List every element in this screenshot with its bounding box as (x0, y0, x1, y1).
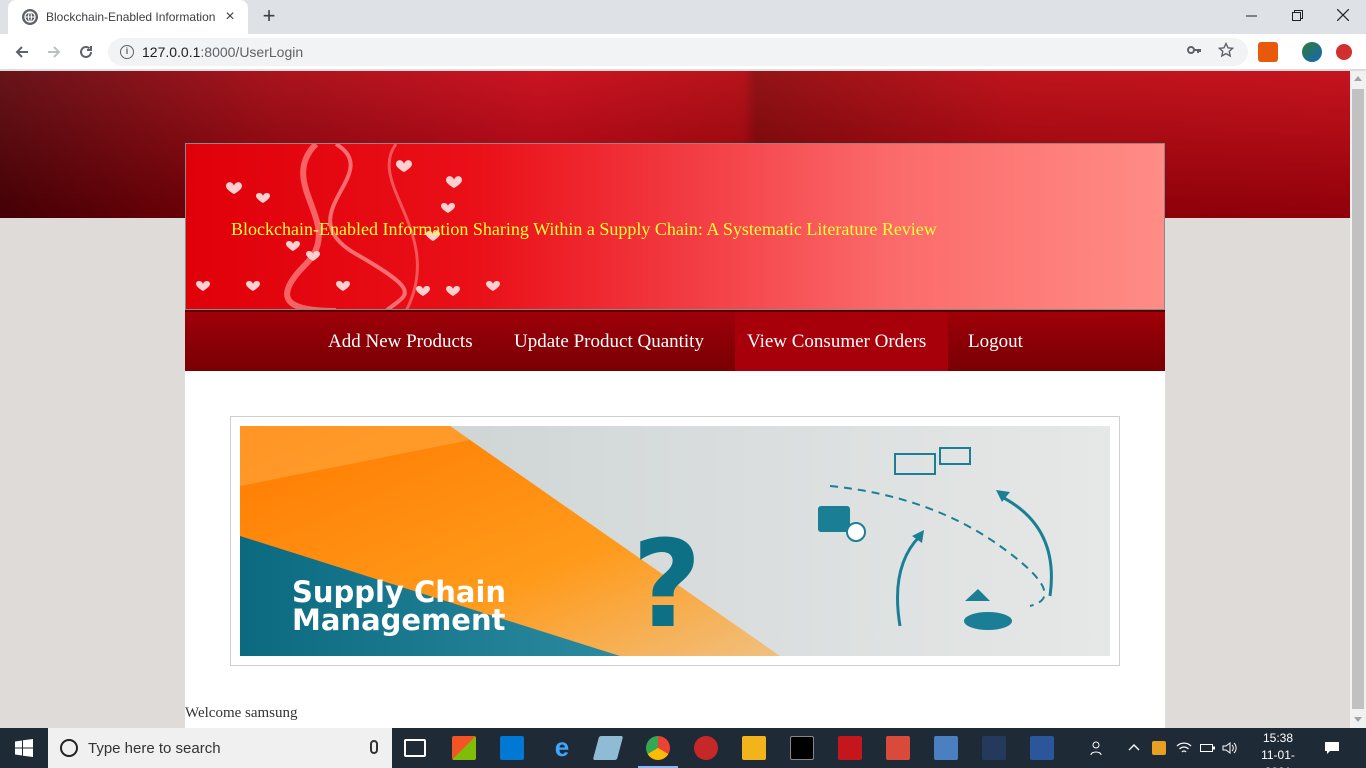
nav-view-consumer-orders[interactable]: View Consumer Orders (735, 312, 949, 371)
restore-icon[interactable] (1274, 0, 1320, 30)
extension-off-icon[interactable] (1258, 42, 1278, 62)
clock-date: 11-01-2021 (1261, 748, 1295, 768)
command-prompt-icon[interactable] (790, 736, 814, 760)
task-view-icon[interactable] (404, 739, 426, 757)
welcome-message: Welcome samsung (185, 705, 298, 721)
chevron-up-icon[interactable] (1128, 728, 1140, 768)
bookmark-star-icon[interactable] (1217, 41, 1235, 58)
site-info-icon[interactable]: i (120, 45, 134, 59)
forward-arrow-icon[interactable] (42, 40, 66, 64)
nav-update-product-quantity[interactable]: Update Product Quantity (502, 312, 716, 371)
windows-start-icon[interactable] (0, 728, 48, 768)
search-placeholder: Type here to search (88, 739, 221, 757)
mysql-icon[interactable] (982, 736, 1006, 760)
microphone-icon[interactable] (370, 740, 378, 754)
paint-app-icon[interactable] (886, 736, 910, 760)
notification-icon[interactable] (1324, 728, 1340, 768)
edge-icon[interactable]: e (550, 734, 574, 760)
scroll-down-arrow-icon[interactable] (1354, 717, 1362, 722)
main-nav: Add New Products Update Product Quantity… (185, 310, 1165, 371)
people-icon[interactable] (1090, 728, 1106, 768)
extension-update-icon[interactable] (1336, 44, 1352, 60)
key-icon[interactable] (1186, 42, 1202, 58)
browser-tab[interactable]: Blockchain-Enabled Information × (8, 0, 248, 34)
close-tab-icon[interactable]: × (222, 9, 238, 25)
nav-logout[interactable]: Logout (956, 312, 1035, 371)
vertical-scrollbar[interactable] (1350, 71, 1366, 728)
windows-taskbar: Type here to search e 15:38 11-01-2021 (0, 728, 1366, 768)
clock-time: 15:38 (1262, 731, 1294, 745)
close-window-icon[interactable] (1320, 0, 1366, 30)
nav-add-new-products[interactable]: Add New Products (316, 312, 485, 371)
wifi-icon[interactable] (1176, 728, 1192, 768)
scroll-up-arrow-icon[interactable] (1354, 76, 1362, 81)
recorder-app-icon[interactable] (694, 736, 718, 760)
reload-icon[interactable] (74, 40, 98, 64)
taskbar-clock[interactable]: 15:38 11-01-2021 (1248, 730, 1308, 768)
python-idle-icon[interactable] (934, 736, 958, 760)
browser-toolbar: i 127.0.0.1:8000/UserLogin (0, 34, 1366, 70)
site-title: Blockchain-Enabled Information Sharing W… (231, 219, 937, 239)
new-tab-button[interactable]: + (258, 5, 280, 28)
mail-icon[interactable] (500, 736, 524, 760)
content-wrapper: Blockchain-Enabled Information Sharing W… (185, 143, 1165, 728)
back-arrow-icon[interactable] (10, 40, 34, 64)
minimize-icon[interactable] (1228, 0, 1274, 30)
browser-tab-strip: Blockchain-Enabled Information × + (0, 0, 1366, 34)
store-icon[interactable] (452, 736, 476, 760)
file-explorer-icon[interactable] (742, 736, 766, 760)
address-bar[interactable]: i 127.0.0.1:8000/UserLogin (108, 38, 1248, 66)
globe-icon (22, 9, 38, 25)
supply-chain-hero-image: Supply Chain Management ? (240, 426, 1110, 656)
url-text: 127.0.0.1:8000/UserLogin (142, 44, 304, 60)
taskbar-search-input[interactable]: Type here to search (48, 728, 392, 768)
cortana-circle-icon (60, 739, 78, 757)
tab-title: Blockchain-Enabled Information (46, 10, 216, 24)
chrome-icon[interactable] (646, 736, 670, 760)
tray-app-icon[interactable] (1152, 728, 1166, 768)
svg-text:Management: Management (292, 603, 506, 637)
extension-globe-icon[interactable] (1302, 42, 1322, 62)
scroll-thumb[interactable] (1352, 89, 1364, 709)
volume-icon[interactable] (1222, 728, 1238, 768)
svg-text:?: ? (632, 516, 702, 655)
hero-image-frame: Supply Chain Management ? (230, 416, 1120, 666)
site-banner: Blockchain-Enabled Information Sharing W… (185, 143, 1165, 310)
notes-app-icon[interactable] (592, 736, 624, 760)
pdf-reader-icon[interactable] (838, 736, 862, 760)
word-icon[interactable] (1030, 736, 1054, 760)
page-viewport: Blockchain-Enabled Information Sharing W… (0, 71, 1350, 728)
battery-icon[interactable] (1200, 728, 1216, 768)
